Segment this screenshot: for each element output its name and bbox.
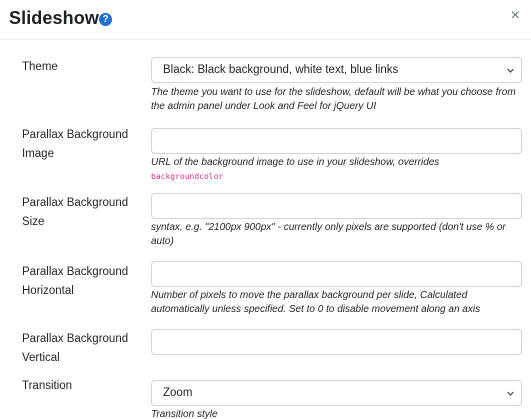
parallax-image-help: URL of the background image to use in yo… [151, 157, 440, 168]
parallax-image-input[interactable] [151, 128, 522, 154]
parallax-vertical-label: Parallax Background Vertical [22, 333, 129, 364]
parallax-horizontal-label: Parallax Background Horizontal [22, 266, 129, 297]
theme-help-text: The theme you want to use for the slides… [151, 87, 516, 112]
theme-select-value: Black: Black background, white text, blu… [163, 64, 399, 76]
background-color-keyword: backgroundcolor [151, 171, 224, 181]
parallax-image-help-text: URL of the background image to use in yo… [151, 156, 526, 183]
theme-select[interactable]: Black: Black background, white text, blu… [151, 57, 522, 83]
parallax-horizontal-input[interactable] [151, 261, 522, 287]
theme-label: Theme [22, 61, 58, 73]
chevron-down-icon [507, 390, 514, 397]
parallax-size-row: Parallax Background Size syntax, e.g. "2… [0, 189, 531, 254]
theme-row: Theme Black: Black background, white tex… [0, 55, 531, 125]
transition-label: Transition [22, 380, 73, 392]
chevron-down-icon [507, 67, 514, 74]
transition-select-value: Zoom [163, 387, 193, 399]
dialog-title: Slideshow [9, 8, 99, 28]
transition-select[interactable]: Zoom [151, 380, 522, 406]
parallax-vertical-row: Parallax Background Vertical [0, 325, 531, 365]
close-icon[interactable]: × [511, 8, 520, 24]
parallax-image-row: Parallax Background Image URL of the bac… [0, 125, 531, 185]
dialog-header: Slideshow ? × [0, 0, 531, 40]
parallax-size-help-text: syntax, e.g. "2100px 900px" - currently … [151, 222, 506, 247]
parallax-size-input[interactable] [151, 193, 522, 219]
question-circle-icon[interactable]: ? [99, 13, 112, 26]
transition-row: Transition Zoom Transition style [0, 373, 531, 419]
parallax-vertical-input[interactable] [151, 329, 522, 355]
parallax-horizontal-row: Parallax Background Horizontal Number of… [0, 259, 531, 319]
transition-help-text: Transition style [151, 409, 218, 419]
parallax-image-label: Parallax Background Image [22, 129, 129, 160]
parallax-size-label: Parallax Background Size [22, 197, 129, 228]
parallax-horizontal-help-text: Number of pixels to move the parallax ba… [151, 290, 481, 315]
